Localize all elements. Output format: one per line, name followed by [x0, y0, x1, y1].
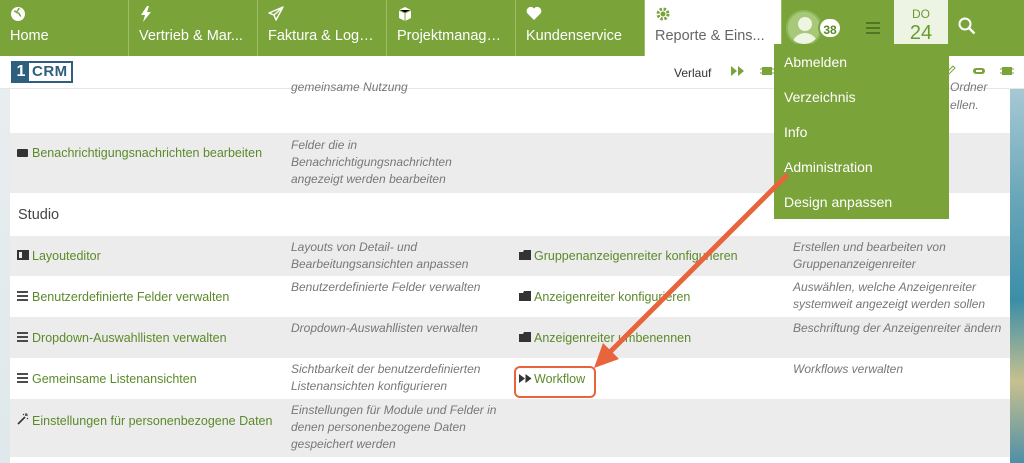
table-row: Layouteditor Layouts von Detail- und Bear…: [10, 236, 1010, 276]
custom-fields-label: Benutzerdefinierte Felder verwalten: [32, 290, 230, 304]
background-left: [0, 56, 10, 463]
dropdown-lists-link[interactable]: Dropdown-Auswahllisten verwalten: [17, 331, 227, 345]
tab-home[interactable]: Home: [0, 0, 129, 56]
shared-list-views-label: Gemeinsame Listenansichten: [32, 372, 197, 386]
personal-data-settings-label: Einstellungen für personenbezogene Daten: [32, 414, 273, 428]
menu-item-design[interactable]: Design anpassen: [774, 185, 949, 220]
paper-plane-icon: [268, 6, 376, 28]
magic-wand-icon: [17, 413, 32, 428]
notifications-edit-link[interactable]: Benachrichtigungsnachrichten bearbeiten: [17, 146, 262, 160]
folder-icon: [519, 291, 534, 304]
tab-billing-logistics-label: Faktura & Logis...: [268, 28, 376, 44]
list-icon: [17, 291, 32, 304]
tab-reports-settings[interactable]: Reporte & Eins...: [645, 0, 782, 56]
tabs-configure-description: Auswählen, welche Anzeigenreiter systemwe…: [793, 280, 986, 311]
logo-mark: 1: [13, 63, 29, 81]
tabs-rename-description: Beschriftung der Anzeigenreiter ändern: [793, 321, 1002, 335]
tabs-configure-label: Anzeigenreiter konfigurieren: [534, 290, 691, 304]
tabs-rename-label: Anzeigenreiter umbenennen: [534, 331, 692, 345]
menu-item-logout[interactable]: Abmelden: [774, 44, 949, 80]
shared-list-views-link[interactable]: Gemeinsame Listenansichten: [17, 372, 197, 386]
link-icon[interactable]: [972, 65, 986, 79]
table-row: Einstellungen für personenbezogene Daten…: [10, 399, 1010, 457]
layout-editor-label: Layouteditor: [32, 249, 101, 263]
notifications-edit-description: Felder die in Benachrichtigungsnachricht…: [291, 138, 452, 186]
avatar: [786, 10, 822, 46]
personal-data-settings-description: Einstellungen für Module und Felder in de…: [291, 403, 497, 451]
list-icon: [17, 373, 32, 386]
tab-billing-logistics[interactable]: Faktura & Logis...: [258, 0, 387, 56]
layout-editor-description: Layouts von Detail- und Bearbeitungsansic…: [291, 240, 469, 271]
tab-project-management-label: Projektmanage...: [397, 28, 505, 44]
notifications-edit-label: Benachrichtigungsnachrichten bearbeiten: [32, 146, 263, 160]
search-icon: [958, 17, 976, 39]
group-tabs-configure-link[interactable]: Gruppenanzeigenreiter konfigurieren: [519, 249, 738, 263]
list-icon: [17, 332, 32, 345]
partial-right-description-1: Ordner: [950, 80, 988, 94]
folder-icon: [519, 332, 534, 345]
cube-icon: [397, 6, 505, 28]
module-icon[interactable]: [760, 65, 774, 80]
shared-list-views-description: Sichtbarkeit der benutzerdefinierten List…: [291, 362, 481, 393]
search-button[interactable]: [948, 0, 986, 56]
calendar-number: 24: [909, 22, 933, 44]
table-row: Dropdown-Auswahllisten verwalten Dropdow…: [10, 317, 1010, 358]
custom-fields-link[interactable]: Benutzerdefinierte Felder verwalten: [17, 290, 229, 304]
tab-sales-marketing[interactable]: Vertrieb & Mar...: [129, 0, 258, 56]
group-tabs-configure-description: Erstellen und bearbeiten von Gruppenanzei…: [793, 240, 946, 271]
tab-project-management[interactable]: Projektmanage...: [387, 0, 516, 56]
module-icon-2[interactable]: [1000, 65, 1014, 80]
table-row: Gemeinsame Listenansichten Sichtbarkeit …: [10, 358, 1010, 399]
partial-description: gemeinsame Nutzung: [291, 80, 408, 94]
workflow-highlight-box: [514, 366, 596, 398]
crm-logo[interactable]: 1 CRM: [11, 61, 73, 83]
folder-icon: [519, 250, 534, 263]
partial-right-description-2: ellen.: [950, 98, 979, 112]
menu-item-directory[interactable]: Verzeichnis: [774, 80, 949, 115]
fast-forward-icon[interactable]: [731, 65, 745, 79]
background-right: [1010, 56, 1024, 463]
bolt-icon: [139, 6, 247, 28]
table-row: Benutzerdefinierte Felder verwalten Benu…: [10, 276, 1010, 317]
tab-sales-marketing-label: Vertrieb & Mar...: [139, 28, 243, 44]
tab-home-label: Home: [10, 28, 49, 44]
envelope-icon: [17, 148, 32, 160]
user-dropdown-menu: Abmelden Verzeichnis Info Administration…: [774, 44, 949, 219]
tab-customer-service-label: Kundenservice: [526, 28, 622, 44]
heart-icon: [526, 6, 634, 28]
menu-item-administration[interactable]: Administration: [774, 150, 949, 185]
dropdown-lists-description: Dropdown-Auswahllisten verwalten: [291, 321, 478, 335]
tab-reports-settings-label: Reporte & Eins...: [655, 28, 765, 44]
layout-icon: [17, 250, 32, 263]
studio-section-title: Studio: [18, 207, 60, 223]
custom-fields-description: Benutzerdefinierte Felder verwalten: [291, 280, 481, 294]
workflow-description: Workflows verwalten: [793, 362, 904, 376]
logo-text: CRM: [32, 63, 68, 80]
tab-customer-service[interactable]: Kundenservice: [516, 0, 645, 56]
dropdown-lists-label: Dropdown-Auswahllisten verwalten: [32, 331, 227, 345]
notification-badge: 38: [818, 17, 842, 39]
calendar-day: DO: [912, 7, 930, 21]
layout-editor-link[interactable]: Layouteditor: [17, 249, 101, 263]
globe-icon: [10, 6, 118, 28]
tabs-rename-link[interactable]: Anzeigenreiter umbenennen: [519, 331, 691, 345]
group-tabs-configure-label: Gruppenanzeigenreiter konfigurieren: [534, 249, 738, 263]
tabs-configure-link[interactable]: Anzeigenreiter konfigurieren: [519, 290, 690, 304]
menu-item-info[interactable]: Info: [774, 115, 949, 150]
personal-data-settings-link[interactable]: Einstellungen für personenbezogene Daten: [17, 413, 272, 428]
history-label[interactable]: Verlauf: [674, 66, 711, 80]
gear-icon: [655, 6, 771, 28]
